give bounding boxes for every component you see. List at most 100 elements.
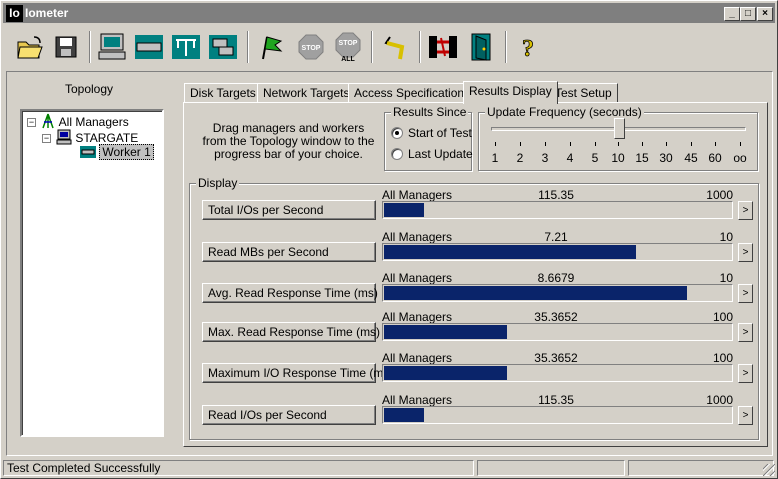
exit-button[interactable] <box>465 29 499 65</box>
tab-strip: Disk Targets Network Targets Access Spec… <box>184 81 764 104</box>
title-bar[interactable]: Io Iometer _ □ × <box>3 3 775 23</box>
start-green-flag-icon <box>262 36 283 60</box>
status-message: Test Completed Successfully <box>3 460 474 476</box>
metric-select-button[interactable]: Avg. Read Response Time (ms) <box>202 283 378 303</box>
open-config-button[interactable] <box>13 29 47 65</box>
resize-grip[interactable] <box>763 464 775 476</box>
bar-max-label: 100 <box>712 310 733 324</box>
start-manager-button[interactable] <box>95 29 129 65</box>
tab-test-setup[interactable]: Test Setup <box>549 83 618 103</box>
tree-item-manager[interactable]: STARGATE <box>56 129 138 145</box>
expand-arrow-button[interactable]: > <box>738 364 753 383</box>
update-frequency-legend: Update Frequency (seconds) <box>485 105 644 119</box>
progress-bar-fill <box>384 366 507 380</box>
title-bar-background <box>3 3 775 23</box>
slider-tick <box>495 142 496 146</box>
slider-tick <box>715 142 716 146</box>
radio-last-update[interactable]: Last Update <box>391 147 473 161</box>
bar-target-label: All Managers <box>382 230 453 244</box>
app-icon[interactable]: Io <box>6 5 23 22</box>
start-tests-button[interactable] <box>255 29 289 65</box>
bar-value-label: 8.6679 <box>537 271 575 285</box>
stop-all-label: STOP <box>339 40 358 47</box>
bar-target-label: All Managers <box>382 188 453 202</box>
minimize-button[interactable]: _ <box>724 7 740 21</box>
radio-label: Last Update <box>408 147 473 161</box>
stop-all-sublabel: ALL <box>341 56 355 63</box>
slider-tick-label: 1 <box>491 151 499 165</box>
tab-network-targets[interactable]: Network Targets <box>257 83 356 103</box>
tree-label: STARGATE <box>75 131 139 145</box>
toolbar-separator <box>371 31 373 63</box>
progress-bar[interactable] <box>382 201 733 219</box>
window-title: Iometer <box>25 6 69 20</box>
slider-tick-label: 60 <box>708 151 722 165</box>
expand-arrow-button[interactable]: > <box>738 243 753 262</box>
tab-results-display[interactable]: Results Display <box>463 81 558 104</box>
slider-tick <box>691 142 692 146</box>
new-network-worker-button[interactable] <box>169 29 203 65</box>
disconnect-icon <box>429 36 457 58</box>
slider-tick-label: 15 <box>635 151 649 165</box>
progress-bar[interactable] <box>382 364 733 382</box>
bar-max-label: 1000 <box>706 188 733 202</box>
bar-target-label: All Managers <box>382 351 453 365</box>
progress-bar[interactable] <box>382 243 733 261</box>
expand-arrow-button[interactable]: > <box>738 201 753 220</box>
worker-disk-icon <box>80 146 96 158</box>
toolbar-separator <box>419 31 421 63</box>
tree-expander[interactable]: − <box>42 134 51 143</box>
radio-button[interactable] <box>391 148 403 160</box>
tab-access-specifications[interactable]: Access Specifications <box>348 83 477 103</box>
copy-worker-button[interactable] <box>206 29 240 65</box>
new-disk-worker-button[interactable] <box>132 29 166 65</box>
tree-item-all-managers[interactable]: All Managers <box>40 113 129 129</box>
progress-bar[interactable] <box>382 323 733 341</box>
slider-tick-label: 10 <box>611 151 625 165</box>
bar-max-label: 100 <box>712 351 733 365</box>
save-config-button[interactable] <box>49 29 83 65</box>
metric-select-button[interactable]: Max. Read Response Time (ms) <box>202 322 380 342</box>
metric-select-button[interactable]: Maximum I/O Response Time (ms) <box>202 363 393 383</box>
reset-workers-button[interactable] <box>379 29 413 65</box>
stop-button[interactable]: STOP <box>294 29 328 65</box>
progress-bar[interactable] <box>382 406 733 424</box>
progress-bar-fill <box>384 408 424 422</box>
bar-target-label: All Managers <box>382 271 453 285</box>
open-folder-icon <box>17 36 43 59</box>
stop-all-button[interactable]: STOP ALL <box>331 29 365 65</box>
help-icon: ? <box>522 36 535 61</box>
topology-header: Topology <box>64 82 114 96</box>
maximize-button[interactable]: □ <box>740 7 756 21</box>
metric-select-button[interactable]: Read MBs per Second <box>202 242 376 262</box>
metric-select-button[interactable]: Total I/Os per Second <box>202 200 376 220</box>
bar-value-label: 115.35 <box>538 188 574 202</box>
expand-arrow-button[interactable]: > <box>738 323 753 342</box>
slider-tick-label: 45 <box>684 151 698 165</box>
expand-arrow-button[interactable]: > <box>738 284 753 303</box>
tree-expander[interactable]: − <box>27 118 36 127</box>
toolbar-separator <box>89 31 91 63</box>
expand-arrow-button[interactable]: > <box>738 406 753 425</box>
radio-start-of-test[interactable]: Start of Test <box>391 126 472 140</box>
help-button[interactable]: ? <box>511 29 545 65</box>
help-label: ? <box>522 36 534 61</box>
update-frequency-slider-thumb[interactable] <box>614 118 625 139</box>
toolbar: STOP STOP ALL ? <box>5 27 775 69</box>
toolbar-separator <box>505 31 507 63</box>
radio-button-checked[interactable] <box>391 127 403 139</box>
progress-bar[interactable] <box>382 284 733 302</box>
slider-tick <box>570 142 571 146</box>
slider-tick <box>520 142 521 146</box>
tree-item-worker[interactable]: Worker 1 <box>80 144 154 160</box>
close-button[interactable]: × <box>757 7 773 21</box>
stop-all-icon: STOP ALL <box>335 32 361 63</box>
stop-label: STOP <box>302 45 321 52</box>
metric-select-button[interactable]: Read I/Os per Second <box>202 405 376 425</box>
slider-tick-label: 30 <box>659 151 673 165</box>
tab-disk-targets[interactable]: Disk Targets <box>184 83 262 103</box>
topology-tree[interactable]: − All Managers − STARGATE Worker 1 <box>20 109 164 437</box>
disconnect-button[interactable] <box>426 29 460 65</box>
tree-label: Worker 1 <box>99 144 154 160</box>
status-pane-2 <box>477 460 625 476</box>
